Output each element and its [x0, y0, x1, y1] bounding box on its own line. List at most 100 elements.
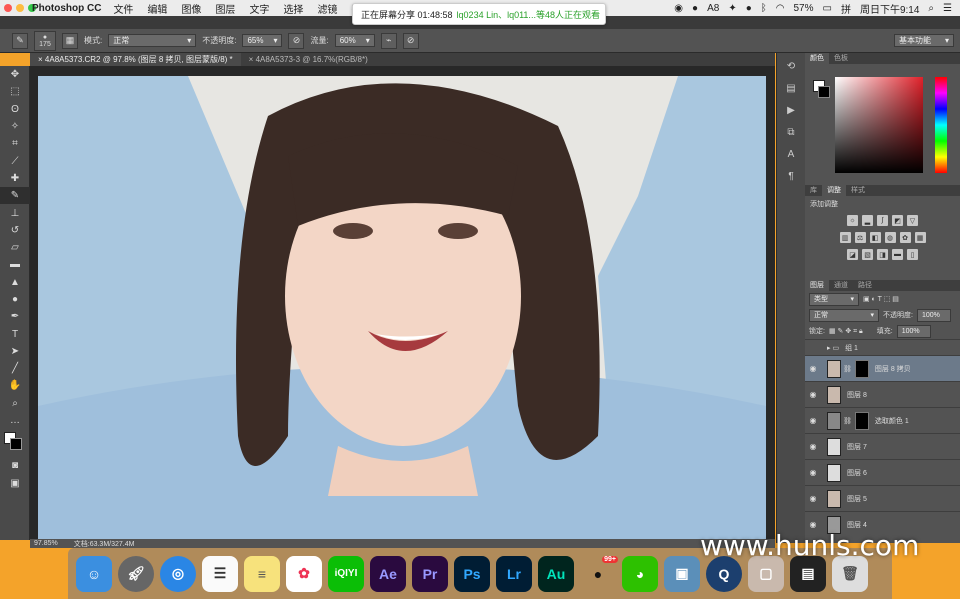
hand-tool-icon[interactable]: ✋ — [0, 377, 30, 394]
curves-icon[interactable]: ∫ — [877, 215, 888, 226]
threshold-icon[interactable]: ◨ — [877, 249, 888, 260]
gradient-map-icon[interactable]: ▬ — [892, 249, 903, 260]
tab-styles[interactable]: 样式 — [846, 185, 870, 196]
record-icon[interactable]: ◉ — [674, 3, 683, 14]
dock-preview-icon[interactable]: ▣ — [664, 555, 700, 592]
filter-icons[interactable]: ▣ ◐ T ⬚ ▤ — [863, 295, 899, 303]
path-select-tool-icon[interactable]: ➤ — [0, 343, 30, 360]
stamp-tool-icon[interactable]: ⊥ — [0, 204, 30, 221]
menu-select[interactable]: 选择 — [283, 1, 303, 16]
crop-tool-icon[interactable]: ⌗ — [0, 135, 30, 152]
hue-sat-icon[interactable]: ▥ — [839, 232, 851, 243]
gradient-tool-icon[interactable]: ▬ — [0, 256, 30, 273]
healing-tool-icon[interactable]: ✚ — [0, 170, 30, 187]
tab-adjustments[interactable]: 调整 — [822, 185, 846, 196]
color-lookup-icon[interactable]: ▦ — [914, 232, 926, 243]
eye-icon[interactable]: ◉ — [805, 442, 821, 451]
workspace-select[interactable]: 基本功能 ▾ — [894, 34, 954, 47]
dodge-tool-icon[interactable]: ● — [0, 291, 30, 308]
clock[interactable]: 周日下午9:14 — [860, 1, 919, 16]
tab-swatches[interactable]: 色板 — [829, 53, 853, 64]
dock-notes-icon[interactable]: ≡ — [244, 555, 280, 592]
tab-document-2[interactable]: × 4A8A5373-3 @ 16.7%(RGB/8*) — [241, 53, 376, 66]
eye-icon[interactable]: ◉ — [805, 468, 821, 477]
search-icon[interactable]: ⌕ — [928, 3, 934, 14]
brush-panel-icon[interactable]: ▦ — [62, 32, 78, 49]
dock-safari-icon[interactable]: ◎ — [160, 555, 196, 592]
color-balance-icon[interactable]: ⚖ — [854, 232, 866, 243]
doc-size[interactable]: 文档:63.3M/327.4M — [74, 539, 135, 549]
layer-row[interactable]: ◉ 图层 5 — [805, 485, 960, 511]
tab-layers[interactable]: 图层 — [805, 280, 829, 291]
menu-file[interactable]: 文件 — [113, 1, 133, 16]
bluetooth-icon[interactable]: ᛒ — [761, 3, 767, 14]
line-tool-icon[interactable]: ╱ — [0, 360, 30, 377]
dock-au-icon[interactable]: Au — [538, 555, 574, 592]
wifi-icon[interactable]: ◠ — [776, 3, 785, 14]
blur-tool-icon[interactable]: ▲ — [0, 274, 30, 291]
tab-channels[interactable]: 通道 — [829, 280, 853, 291]
close-button[interactable] — [4, 4, 12, 12]
character-panel-icon[interactable]: A — [777, 145, 805, 163]
layer-mask-thumbnail[interactable] — [854, 359, 869, 378]
vibrance-icon[interactable]: ▽ — [907, 215, 918, 226]
brush-tool-icon[interactable]: ✎ — [12, 32, 28, 49]
exposure-icon[interactable]: ◩ — [892, 215, 903, 226]
layer-row[interactable]: ▸ ▭ 组 1 — [805, 339, 960, 355]
dropbox-icon[interactable]: ✦ — [728, 3, 736, 14]
menu-filter[interactable]: 滤镜 — [317, 1, 337, 16]
layer-mask-thumbnail[interactable] — [854, 411, 869, 430]
menu-type[interactable]: 文字 — [249, 1, 269, 16]
dock-iqiyi-icon[interactable]: iQIYI — [328, 555, 364, 592]
document-photo[interactable] — [38, 76, 766, 540]
pressure-size-icon[interactable]: ⊘ — [402, 32, 419, 49]
flow-input[interactable]: 60% ▾ — [334, 34, 375, 47]
photo-filter-icon[interactable]: ◍ — [884, 232, 896, 243]
dock-finder-icon[interactable]: ☺ — [76, 555, 112, 592]
brush-tool-icon[interactable]: ✎ — [0, 187, 30, 205]
layer-row[interactable]: ◉ 图层 6 — [805, 459, 960, 485]
layer-row[interactable]: ◉ 图层 7 — [805, 433, 960, 459]
properties-panel-icon[interactable]: ▤ — [777, 79, 805, 97]
input-method-icon[interactable]: 拼 — [841, 1, 851, 16]
menu-image[interactable]: 图像 — [181, 1, 201, 16]
dock-wechat-icon[interactable]: ◕ — [622, 555, 658, 592]
eyedropper-tool-icon[interactable]: ⟋ — [0, 152, 30, 169]
lock-icons[interactable]: ▦ ✎ ✥ ⌗ 🔒︎ — [829, 327, 863, 336]
zoom-tool-icon[interactable]: ⌕ — [0, 395, 30, 412]
tab-color[interactable]: 颜色 — [805, 53, 829, 64]
layer-row[interactable]: ◉ 图层 8 — [805, 381, 960, 407]
layer-row[interactable]: ◉ ⛓ 选取颜色 1 — [805, 407, 960, 433]
dock-ae-icon[interactable]: Ae — [370, 555, 406, 592]
black-white-icon[interactable]: ◧ — [869, 232, 881, 243]
dock-qq-icon[interactable]: ● 99+ — [580, 555, 618, 592]
layer-row[interactable]: ◉ ⛓ 图层 8 拷贝 — [805, 355, 960, 381]
quick-select-tool-icon[interactable]: ✧ — [0, 118, 30, 135]
eye-icon[interactable]: ◉ — [805, 416, 821, 425]
eye-icon[interactable]: ◉ — [805, 364, 821, 373]
canvas-area[interactable] — [30, 66, 775, 540]
mode-select[interactable]: 正常 ▾ — [108, 34, 197, 47]
more-tools-icon[interactable]: … — [0, 412, 30, 429]
marquee-tool-icon[interactable]: ⬚ — [0, 83, 30, 100]
eraser-tool-icon[interactable]: ▱ — [0, 239, 30, 256]
disclosure-icon[interactable]: ▸ ▭ — [827, 344, 839, 352]
invert-icon[interactable]: ◪ — [847, 249, 858, 260]
paragraph-panel-icon[interactable]: ¶ — [777, 167, 805, 185]
brightness-icon[interactable]: ☼ — [847, 215, 858, 226]
channel-mixer-icon[interactable]: ✿ — [899, 232, 911, 243]
layer-filter-select[interactable]: 类型 ▾ — [809, 292, 859, 306]
quick-mask-icon[interactable]: ◙ — [0, 457, 30, 474]
notification-icon[interactable]: ☰ — [943, 3, 952, 14]
history-brush-icon[interactable]: ↺ — [0, 222, 30, 239]
eye-icon[interactable]: ◉ — [805, 494, 821, 503]
history-panel-icon[interactable]: ⟲ — [777, 57, 805, 75]
move-tool-icon[interactable]: ✥ — [0, 66, 30, 83]
clone-source-icon[interactable]: ⧉ — [777, 123, 805, 141]
eye-icon[interactable]: ◉ — [805, 520, 821, 529]
wechat-tray-icon[interactable]: ● — [746, 3, 752, 14]
fill-input[interactable]: 100% — [896, 324, 931, 338]
background-swatch[interactable] — [10, 438, 22, 451]
battery-icon[interactable]: ▭ — [823, 3, 832, 14]
tab-libraries[interactable]: 库 — [805, 185, 822, 196]
